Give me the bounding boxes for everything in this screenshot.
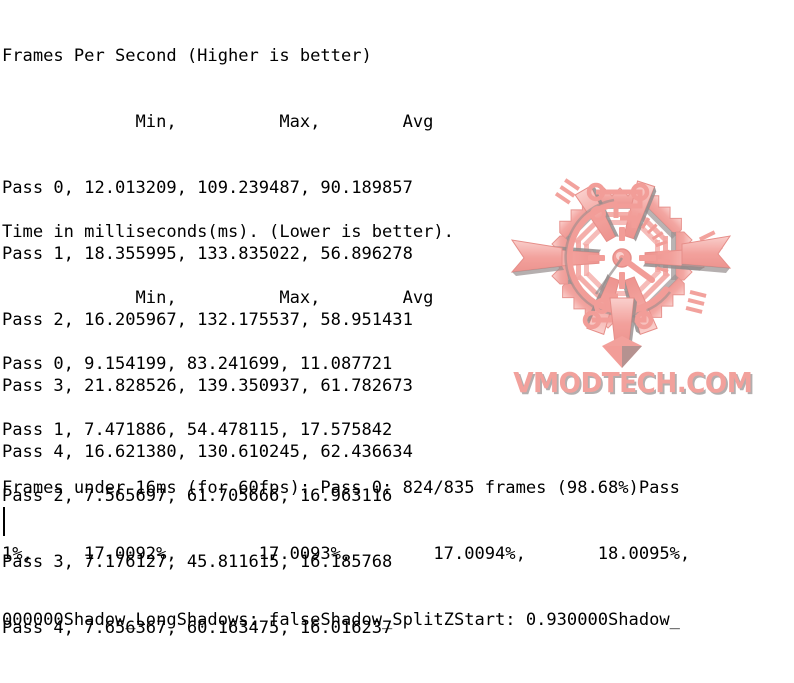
fps-section-title: Frames Per Second (Higher is better) [2, 46, 372, 66]
percent-values-line: 1%, 17.0092%, 17.0093%, 17.0094%, 18.009… [2, 544, 691, 564]
frames-under-16ms-line: Frames under 16ms (for 60fps): Pass 0: 8… [2, 478, 680, 498]
text-cursor [3, 507, 5, 536]
console-output: Frames Per Second (Higher is better) Min… [0, 0, 794, 640]
shadow-settings-line: 000000Shadow_LongShadows: falseShadow_Sp… [2, 610, 680, 630]
table-row: Pass 0, 9.154199, 83.241699, 11.087721 [2, 354, 393, 374]
ms-section-header: Min, Max, Avg [2, 288, 434, 308]
ms-section-title: Time in milliseconds(ms). (Lower is bett… [2, 222, 454, 242]
extra-stats-section: Frames under 16ms (for 60fps): Pass 0: 8… [2, 433, 690, 675]
fps-section-header: Min, Max, Avg [2, 112, 434, 132]
